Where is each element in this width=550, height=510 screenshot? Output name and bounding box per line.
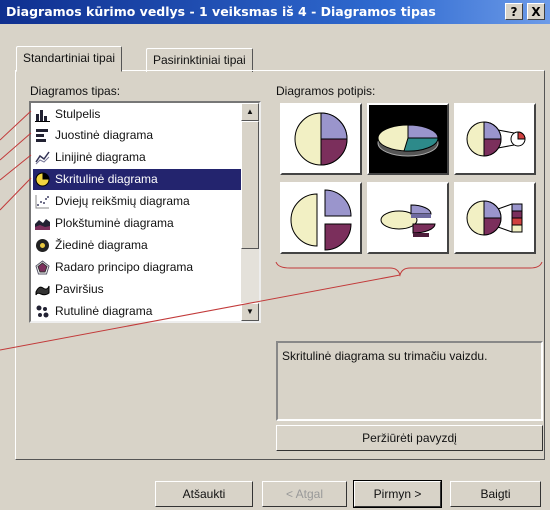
annotation-lines	[0, 110, 543, 351]
subtype-bracket	[275, 261, 543, 277]
annotation-line	[0, 274, 401, 351]
chart-wizard-window: Diagramos kūrimo vedlys - 1 veiksmas iš …	[0, 0, 550, 510]
annotation-line	[0, 177, 32, 211]
tab-standard-types[interactable]: Standartiniai tipai	[16, 46, 123, 72]
annotation-line	[0, 110, 32, 141]
annotation-line	[0, 154, 32, 181]
annotation-line	[0, 132, 32, 161]
